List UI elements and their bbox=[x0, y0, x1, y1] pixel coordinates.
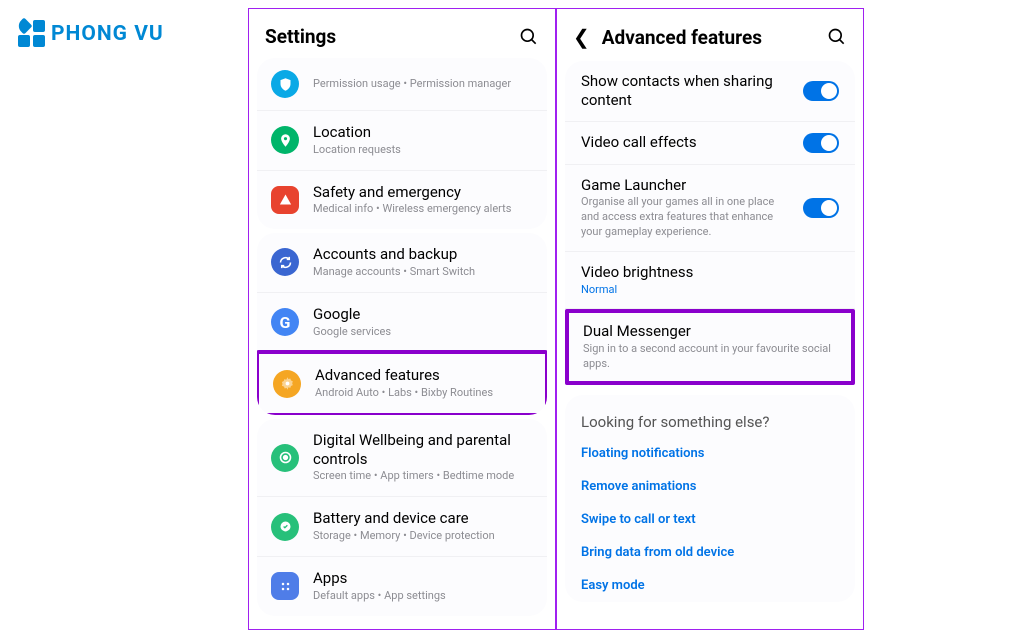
settings-item-accounts[interactable]: Accounts and backupManage accounts • Sma… bbox=[257, 233, 547, 293]
toggle-video-call-effects[interactable]: Video call effects bbox=[565, 122, 855, 165]
settings-header: Settings bbox=[249, 9, 555, 60]
row-title: Location bbox=[313, 123, 533, 142]
sync-icon bbox=[271, 248, 299, 276]
row-title: Game Launcher bbox=[581, 176, 793, 195]
row-sub: Medical info • Wireless emergency alerts bbox=[313, 202, 533, 217]
back-button[interactable]: ❮ bbox=[573, 25, 590, 49]
row-sub: Organise all your games all in one place… bbox=[581, 195, 793, 240]
toggle-switch[interactable] bbox=[803, 81, 839, 101]
row-title: Show contacts when sharing content bbox=[581, 72, 793, 110]
logo-glyph bbox=[18, 20, 45, 47]
settings-item-advanced-features[interactable]: Advanced featuresAndroid Auto • Labs • B… bbox=[257, 350, 547, 415]
settings-item-google[interactable]: G GoogleGoogle services bbox=[257, 293, 547, 353]
row-sub: Manage accounts • Smart Switch bbox=[313, 265, 533, 280]
gear-badge-icon bbox=[273, 370, 301, 398]
apps-grid-icon bbox=[271, 572, 299, 600]
shield-icon bbox=[271, 70, 299, 98]
settings-scroll[interactable]: Permission usage • Permission manager Lo… bbox=[249, 54, 555, 622]
search-icon[interactable] bbox=[519, 27, 539, 47]
brand-logo: PHONG VU bbox=[18, 20, 164, 47]
row-title: Video call effects bbox=[581, 133, 793, 152]
row-sub: Default apps • App settings bbox=[313, 589, 533, 604]
search-icon[interactable] bbox=[827, 27, 847, 47]
toggle-switch[interactable] bbox=[803, 198, 839, 218]
link-bring-data-old-device[interactable]: Bring data from old device bbox=[565, 536, 855, 569]
advanced-title: Advanced features bbox=[602, 26, 815, 49]
link-remove-animations[interactable]: Remove animations bbox=[565, 470, 855, 503]
settings-item-privacy[interactable]: Permission usage • Permission manager bbox=[257, 58, 547, 111]
row-title: Advanced features bbox=[315, 366, 531, 385]
google-icon: G bbox=[271, 308, 299, 336]
item-video-brightness[interactable]: Video brightnessNormal bbox=[565, 252, 855, 310]
toggle-switch[interactable] bbox=[803, 133, 839, 153]
row-title: Battery and device care bbox=[313, 509, 533, 528]
wellbeing-icon bbox=[271, 444, 299, 472]
row-sub: Sign in to a second account in your favo… bbox=[583, 342, 837, 372]
row-sub: Normal bbox=[581, 283, 839, 298]
row-title: Google bbox=[313, 305, 533, 324]
suggestions-group: Looking for something else? Floating not… bbox=[565, 395, 855, 602]
row-title: Video brightness bbox=[581, 263, 839, 282]
row-title: Apps bbox=[313, 569, 533, 588]
settings-item-apps[interactable]: AppsDefault apps • App settings bbox=[257, 557, 547, 616]
settings-item-battery[interactable]: Battery and device careStorage • Memory … bbox=[257, 497, 547, 557]
row-sub: Google services bbox=[313, 325, 533, 340]
toggle-show-contacts[interactable]: Show contacts when sharing content bbox=[565, 61, 855, 122]
settings-item-wellbeing[interactable]: Digital Wellbeing and parental controlsS… bbox=[257, 419, 547, 497]
row-sub: Storage • Memory • Device protection bbox=[313, 529, 533, 544]
settings-title: Settings bbox=[265, 25, 507, 48]
toggle-game-launcher[interactable]: Game LauncherOrganise all your games all… bbox=[565, 165, 855, 252]
row-title: Digital Wellbeing and parental controls bbox=[313, 431, 533, 469]
settings-item-location[interactable]: LocationLocation requests bbox=[257, 111, 547, 171]
advanced-scroll[interactable]: Show contacts when sharing content Video… bbox=[557, 55, 863, 623]
settings-pane: Settings Permission usage • Permission m… bbox=[248, 8, 556, 630]
suggestions-title: Looking for something else? bbox=[565, 395, 855, 437]
settings-item-safety[interactable]: Safety and emergencyMedical info • Wirel… bbox=[257, 171, 547, 230]
row-title: Safety and emergency bbox=[313, 183, 533, 202]
row-sub: Screen time • App timers • Bedtime mode bbox=[313, 469, 533, 484]
item-dual-messenger[interactable]: Dual MessengerSign in to a second accoun… bbox=[565, 309, 855, 384]
row-title: Dual Messenger bbox=[583, 322, 837, 341]
row-title: Accounts and backup bbox=[313, 245, 533, 264]
alert-icon bbox=[271, 186, 299, 214]
device-care-icon bbox=[271, 513, 299, 541]
advanced-features-pane: ❮ Advanced features Show contacts when s… bbox=[556, 8, 864, 630]
location-pin-icon bbox=[271, 126, 299, 154]
row-sub: Location requests bbox=[313, 143, 533, 158]
advanced-header: ❮ Advanced features bbox=[557, 9, 863, 61]
link-easy-mode[interactable]: Easy mode bbox=[565, 569, 855, 602]
logo-text: PHONG VU bbox=[51, 22, 164, 46]
row-sub: Permission usage • Permission manager bbox=[313, 77, 533, 92]
link-swipe-call-text[interactable]: Swipe to call or text bbox=[565, 503, 855, 536]
link-floating-notifications[interactable]: Floating notifications bbox=[565, 437, 855, 470]
row-sub: Android Auto • Labs • Bixby Routines bbox=[315, 386, 531, 401]
